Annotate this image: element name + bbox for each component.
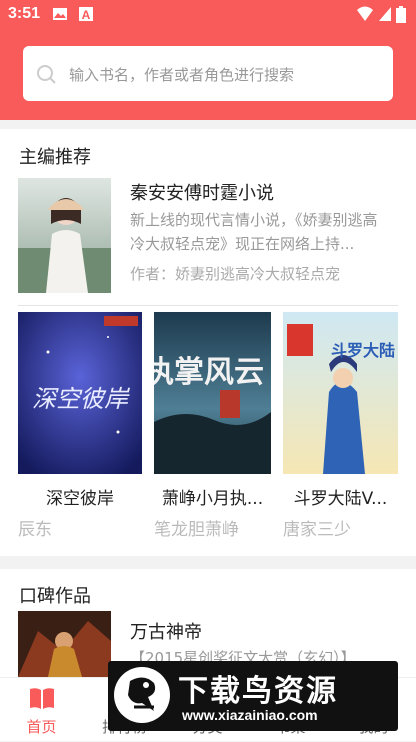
tab-home[interactable]: 首页 <box>0 678 83 742</box>
search-placeholder: 输入书名，作者或者角色进行搜索 <box>69 66 295 84</box>
wifi-icon <box>357 6 373 21</box>
search-icon <box>37 65 56 84</box>
book-card[interactable]: 深空彼岸 深空彼岸 辰东 <box>18 312 142 540</box>
book-cover[interactable]: 深空彼岸 <box>18 312 142 474</box>
featured-book-author: 作者：娇妻别逃高冷大叔轻点宠 <box>130 265 341 283</box>
watermark-banner: 下载鸟资源 www.xiazainiao.com <box>108 661 398 731</box>
featured-book-title[interactable]: 万古神帝 <box>130 618 202 644</box>
signal-icon <box>379 7 391 21</box>
font-icon: A <box>79 7 93 22</box>
image-icon <box>53 8 67 20</box>
book-cover[interactable]: 执掌风云 <box>154 312 271 474</box>
book-title: 斗罗大陆V... <box>293 489 388 509</box>
book-card[interactable]: 斗罗大陆 斗罗大陆V... 唐家三少 <box>283 312 398 540</box>
battery-icon <box>396 6 406 23</box>
featured-book-title[interactable]: 秦安安傅时霆小说 <box>130 179 274 205</box>
book-author: 笔龙胆萧峥 <box>154 520 239 540</box>
cover-text: 深空彼岸 <box>32 385 130 413</box>
book-cover[interactable]: 斗罗大陆 <box>283 312 398 474</box>
status-time: 3:51 <box>8 5 41 22</box>
cover-text: 斗罗大陆 <box>331 341 395 360</box>
featured-book-cover[interactable] <box>18 611 111 677</box>
book-author: 唐家三少 <box>283 520 351 540</box>
divider <box>18 305 398 306</box>
watermark-url: www.xiazainiao.com <box>182 707 318 723</box>
section-title: 主编推荐 <box>19 147 91 168</box>
bird-logo-icon <box>114 667 170 723</box>
svg-text:A: A <box>82 8 91 22</box>
book-title: 萧峥小月执... <box>161 489 264 509</box>
book-card[interactable]: 执掌风云 萧峥小月执... 笔龙胆萧峥 <box>154 312 271 540</box>
featured-book-cover[interactable] <box>18 178 111 293</box>
section-title: 口碑作品 <box>19 586 91 607</box>
status-bar: 3:51 A <box>0 0 416 30</box>
book-author: 辰东 <box>18 520 52 540</box>
book-title: 深空彼岸 <box>46 489 114 509</box>
search-input[interactable]: 输入书名，作者或者角色进行搜索 <box>23 46 393 101</box>
watermark-title: 下载鸟资源 <box>178 674 338 709</box>
tab-label: 首页 <box>26 718 57 736</box>
book-icon <box>30 688 54 709</box>
featured-book-description: 新上线的现代言情小说，《娇妻别逃高冷大叔轻点宠》现正在网络上持... <box>130 211 378 253</box>
cover-text: 执掌风云 <box>154 355 264 390</box>
